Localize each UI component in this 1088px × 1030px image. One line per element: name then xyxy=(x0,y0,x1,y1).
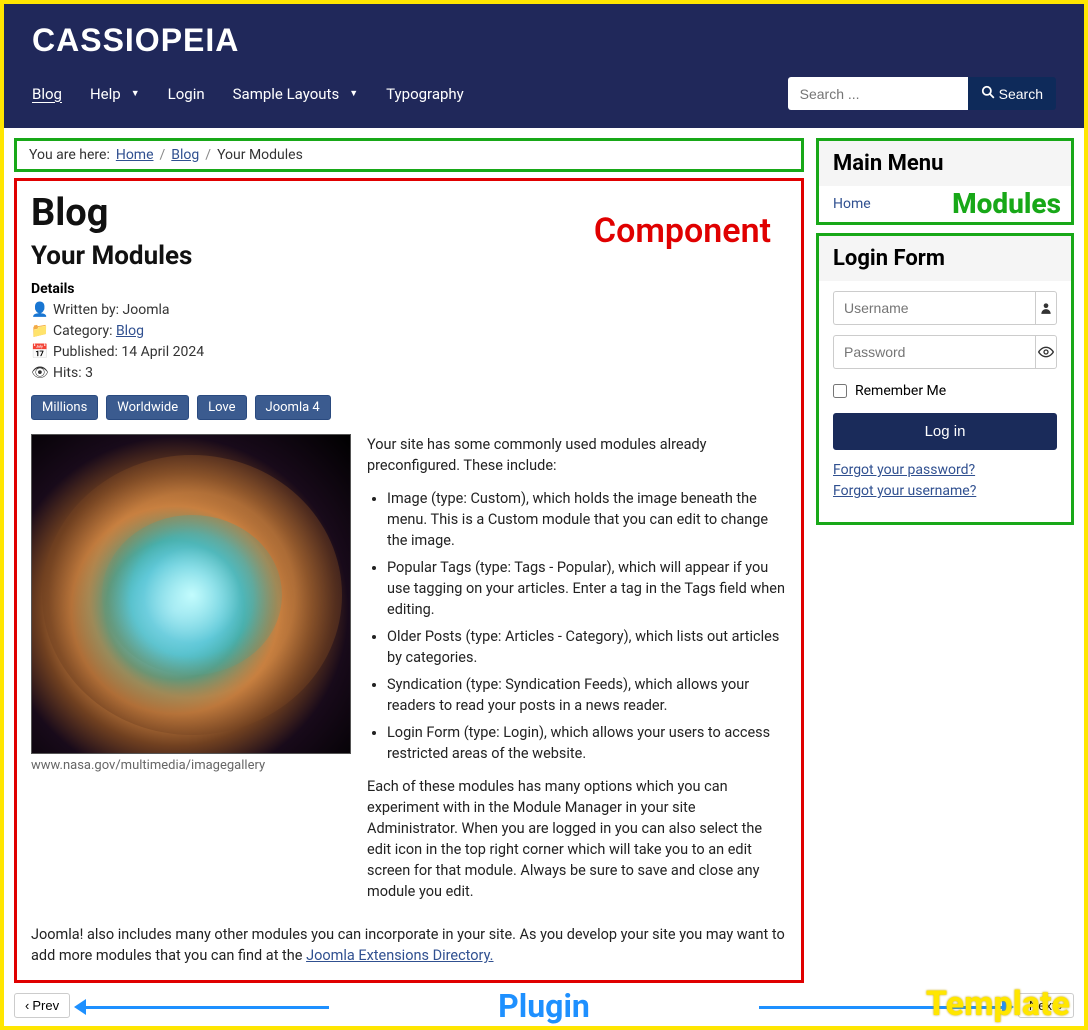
main-menu-home[interactable]: Home xyxy=(833,196,871,212)
chevron-right-icon: › xyxy=(1059,998,1063,1013)
pager: ‹ Prev Plugin Next › xyxy=(14,993,1074,1018)
section-title: Blog xyxy=(31,191,787,235)
article-outro: Joomla! also includes many other modules… xyxy=(31,924,787,966)
category-link[interactable]: Blog xyxy=(116,323,144,339)
search-input[interactable] xyxy=(788,77,968,110)
main-menu-module: Main Menu Home Modules xyxy=(816,138,1074,225)
nav-sample-layouts[interactable]: Sample Layouts xyxy=(233,85,358,103)
main-menu-title: Main Menu xyxy=(819,141,1071,186)
overlay-plugin-label: Plugin xyxy=(498,987,590,1025)
nav-help[interactable]: Help xyxy=(90,85,140,103)
plugin-arrow-right xyxy=(759,1006,1004,1009)
next-button[interactable]: Next › xyxy=(1018,993,1074,1018)
chevron-left-icon: ‹ xyxy=(25,998,29,1013)
list-item: Image (type: Custom), which holds the im… xyxy=(387,488,787,551)
breadcrumb: You are here: Home / Blog / Your Modules xyxy=(14,138,804,172)
meta-hits: 👁 Hits: 3 xyxy=(31,364,787,381)
meta-category: 📁 Category: Blog xyxy=(31,322,787,339)
login-form-module: Login Form xyxy=(816,233,1074,525)
search-form: Search xyxy=(788,77,1056,110)
calendar-icon: 📅 xyxy=(31,343,45,360)
eye-icon: 👁 xyxy=(31,364,45,381)
breadcrumb-current: Your Modules xyxy=(217,147,303,163)
remember-me-checkbox[interactable] xyxy=(833,384,847,398)
login-button[interactable]: Log in xyxy=(833,413,1057,450)
search-button[interactable]: Search xyxy=(968,77,1056,110)
meta-author: 👤 Written by: Joomla xyxy=(31,301,787,318)
breadcrumb-home[interactable]: Home xyxy=(116,147,154,163)
folder-icon: 📁 xyxy=(31,322,45,339)
jed-link[interactable]: Joomla Extensions Directory. xyxy=(306,947,493,964)
login-form-title: Login Form xyxy=(819,236,1071,281)
plugin-arrow-left xyxy=(84,1006,329,1009)
search-icon xyxy=(981,85,995,102)
image-caption: www.nasa.gov/multimedia/imagegallery xyxy=(31,758,351,773)
list-item: Popular Tags (type: Tags - Popular), whi… xyxy=(387,557,787,620)
search-button-label: Search xyxy=(999,86,1043,102)
tags-row: Millions Worldwide Love Joomla 4 xyxy=(31,395,787,420)
tag-badge[interactable]: Joomla 4 xyxy=(255,395,331,420)
article-image xyxy=(31,434,351,754)
forgot-username-link[interactable]: Forgot your username? xyxy=(833,481,1057,502)
details-label: Details xyxy=(31,281,787,297)
username-field[interactable] xyxy=(833,291,1035,325)
main-nav: Blog Help Login Sample Layouts Typograph… xyxy=(32,77,1056,110)
breadcrumb-blog[interactable]: Blog xyxy=(171,147,199,163)
tag-badge[interactable]: Worldwide xyxy=(106,395,189,420)
nav-blog[interactable]: Blog xyxy=(32,85,62,103)
brand-logo[interactable]: CASSIOPEIA xyxy=(32,22,1056,59)
article-intro: Your site has some commonly used modules… xyxy=(367,434,787,476)
list-item: Older Posts (type: Articles - Category),… xyxy=(387,626,787,668)
forgot-password-link[interactable]: Forgot your password? xyxy=(833,460,1057,481)
tag-badge[interactable]: Love xyxy=(197,395,246,420)
tag-badge[interactable]: Millions xyxy=(31,395,98,420)
list-item: Login Form (type: Login), which allows y… xyxy=(387,722,787,764)
component-region: Component Blog Your Modules Details 👤 Wr… xyxy=(14,178,804,983)
article-closing: Each of these modules has many options w… xyxy=(367,776,787,902)
remember-me-label: Remember Me xyxy=(855,383,946,399)
page-title: Your Modules xyxy=(31,241,787,271)
nav-typography[interactable]: Typography xyxy=(386,85,464,103)
breadcrumb-sep: / xyxy=(205,147,211,163)
user-icon: 👤 xyxy=(31,301,45,318)
remember-me-row: Remember Me xyxy=(833,383,1057,399)
meta-published: 📅 Published: 14 April 2024 xyxy=(31,343,787,360)
article-bullets: Image (type: Custom), which holds the im… xyxy=(387,488,787,764)
show-password-icon[interactable] xyxy=(1035,335,1057,369)
prev-button[interactable]: ‹ Prev xyxy=(14,993,70,1018)
nav-login[interactable]: Login xyxy=(168,85,205,103)
breadcrumb-prefix: You are here: xyxy=(29,147,110,163)
breadcrumb-sep: / xyxy=(160,147,166,163)
user-addon-icon xyxy=(1035,291,1057,325)
password-field[interactable] xyxy=(833,335,1035,369)
list-item: Syndication (type: Syndication Feeds), w… xyxy=(387,674,787,716)
